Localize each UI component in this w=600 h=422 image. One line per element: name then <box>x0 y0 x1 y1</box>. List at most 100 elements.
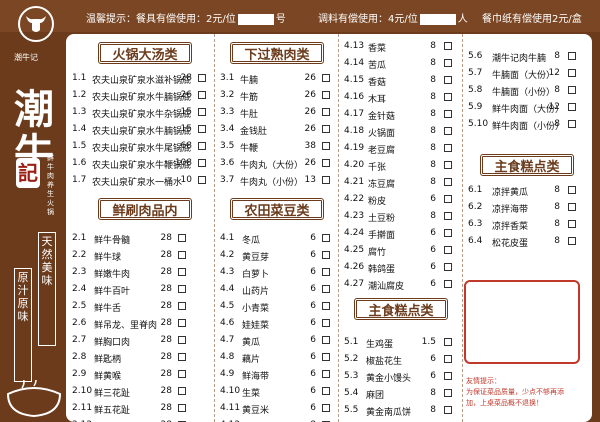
order-checkbox[interactable] <box>178 370 186 378</box>
order-checkbox[interactable] <box>322 268 330 276</box>
order-checkbox[interactable] <box>198 142 206 150</box>
item-price: 108 <box>174 158 192 168</box>
order-checkbox[interactable] <box>178 285 186 293</box>
item-name: 娃娃菜 <box>242 321 270 331</box>
order-checkbox[interactable] <box>568 69 576 77</box>
order-checkbox[interactable] <box>444 42 452 50</box>
order-checkbox[interactable] <box>322 370 330 378</box>
order-checkbox[interactable] <box>568 237 576 245</box>
order-checkbox[interactable] <box>322 159 330 167</box>
bull-head-icon <box>26 16 46 32</box>
menu-item-row: 4.23 土豆粉 8 <box>344 208 454 225</box>
order-checkbox[interactable] <box>322 91 330 99</box>
order-checkbox[interactable] <box>322 251 330 259</box>
item-code: 1.5 <box>72 141 87 151</box>
order-checkbox[interactable] <box>444 76 452 84</box>
order-checkbox[interactable] <box>568 86 576 94</box>
order-checkbox[interactable] <box>178 268 186 276</box>
order-checkbox[interactable] <box>444 144 452 152</box>
item-name: 牛肉丸（小份） <box>240 178 304 188</box>
order-checkbox[interactable] <box>178 319 186 327</box>
order-checkbox[interactable] <box>444 93 452 101</box>
menu-item-row: 4.25 腐竹 6 <box>344 242 454 259</box>
bull-head-logo <box>18 6 54 42</box>
item-code: 4.13 <box>344 41 365 51</box>
item-code: 4.16 <box>344 92 365 102</box>
order-checkbox[interactable] <box>568 103 576 111</box>
order-checkbox[interactable] <box>444 263 452 271</box>
item-code: 2.5 <box>72 301 87 311</box>
order-checkbox[interactable] <box>322 387 330 395</box>
item-price: 26 <box>180 90 192 100</box>
order-checkbox[interactable] <box>178 336 186 344</box>
order-checkbox[interactable] <box>198 176 206 184</box>
order-checkbox[interactable] <box>444 355 452 363</box>
order-checkbox[interactable] <box>444 127 452 135</box>
order-checkbox[interactable] <box>198 125 206 133</box>
order-checkbox[interactable] <box>568 220 576 228</box>
order-checkbox[interactable] <box>322 108 330 116</box>
order-checkbox[interactable] <box>444 246 452 254</box>
order-checkbox[interactable] <box>178 387 186 395</box>
napkin-notice: 餐巾纸有偿使用2元/盒 <box>482 14 582 25</box>
menu-item-row: 4.4 山药片 6 <box>220 281 332 298</box>
order-checkbox[interactable] <box>198 159 206 167</box>
order-checkbox[interactable] <box>322 176 330 184</box>
order-checkbox[interactable] <box>322 234 330 242</box>
item-name: 火锅面 <box>368 129 396 139</box>
order-checkbox[interactable] <box>444 389 452 397</box>
order-checkbox[interactable] <box>568 203 576 211</box>
order-checkbox[interactable] <box>568 52 576 60</box>
item-price: 28 <box>160 250 172 260</box>
order-checkbox[interactable] <box>444 59 452 67</box>
order-checkbox[interactable] <box>444 195 452 203</box>
item-name: 潮汕腐皮 <box>368 282 405 292</box>
item-name: 椒盐花生 <box>366 357 403 367</box>
order-checkbox[interactable] <box>322 336 330 344</box>
order-checkbox[interactable] <box>322 404 330 412</box>
order-checkbox[interactable] <box>322 285 330 293</box>
order-checkbox[interactable] <box>322 74 330 82</box>
item-name: 粉皮 <box>368 197 387 207</box>
item-price: 6 <box>310 284 316 294</box>
order-checkbox[interactable] <box>322 142 330 150</box>
order-checkbox[interactable] <box>178 234 186 242</box>
order-checkbox[interactable] <box>322 319 330 327</box>
order-checkbox[interactable] <box>568 186 576 194</box>
item-code: 2.7 <box>72 335 87 345</box>
order-checkbox[interactable] <box>444 406 452 414</box>
order-checkbox[interactable] <box>198 91 206 99</box>
order-checkbox[interactable] <box>444 372 452 380</box>
item-name: 黄瓜 <box>242 338 261 348</box>
order-checkbox[interactable] <box>444 338 452 346</box>
item-code: 4.20 <box>344 160 365 170</box>
item-name: 土豆粉 <box>368 214 396 224</box>
item-name: 手擀面 <box>368 231 396 241</box>
order-checkbox[interactable] <box>444 229 452 237</box>
item-code: 2.2 <box>72 250 87 260</box>
order-checkbox[interactable] <box>444 161 452 169</box>
order-checkbox[interactable] <box>568 120 576 128</box>
order-checkbox[interactable] <box>198 108 206 116</box>
logo-caption: 潮牛记 <box>14 53 38 62</box>
item-code: 3.6 <box>220 158 235 168</box>
item-code: 2.9 <box>72 369 87 379</box>
order-checkbox[interactable] <box>444 212 452 220</box>
order-checkbox[interactable] <box>444 280 452 288</box>
order-checkbox[interactable] <box>322 302 330 310</box>
order-checkbox[interactable] <box>444 178 452 186</box>
slogan-right: 原汁原味 <box>14 268 32 382</box>
order-checkbox[interactable] <box>444 110 452 118</box>
order-checkbox[interactable] <box>178 404 186 412</box>
item-code: 5.3 <box>344 371 359 381</box>
order-checkbox[interactable] <box>198 74 206 82</box>
order-checkbox[interactable] <box>178 251 186 259</box>
order-checkbox[interactable] <box>178 353 186 361</box>
order-checkbox[interactable] <box>178 302 186 310</box>
order-checkbox[interactable] <box>322 353 330 361</box>
brand-tagline: 鲜牛肉养生火锅 <box>47 154 54 216</box>
item-code: 3.3 <box>220 107 235 117</box>
menu-item-row: 1.2 农夫山泉矿泉水牛腩锅底 26 <box>72 87 208 104</box>
item-name: 牛鞭 <box>240 144 259 154</box>
order-checkbox[interactable] <box>322 125 330 133</box>
